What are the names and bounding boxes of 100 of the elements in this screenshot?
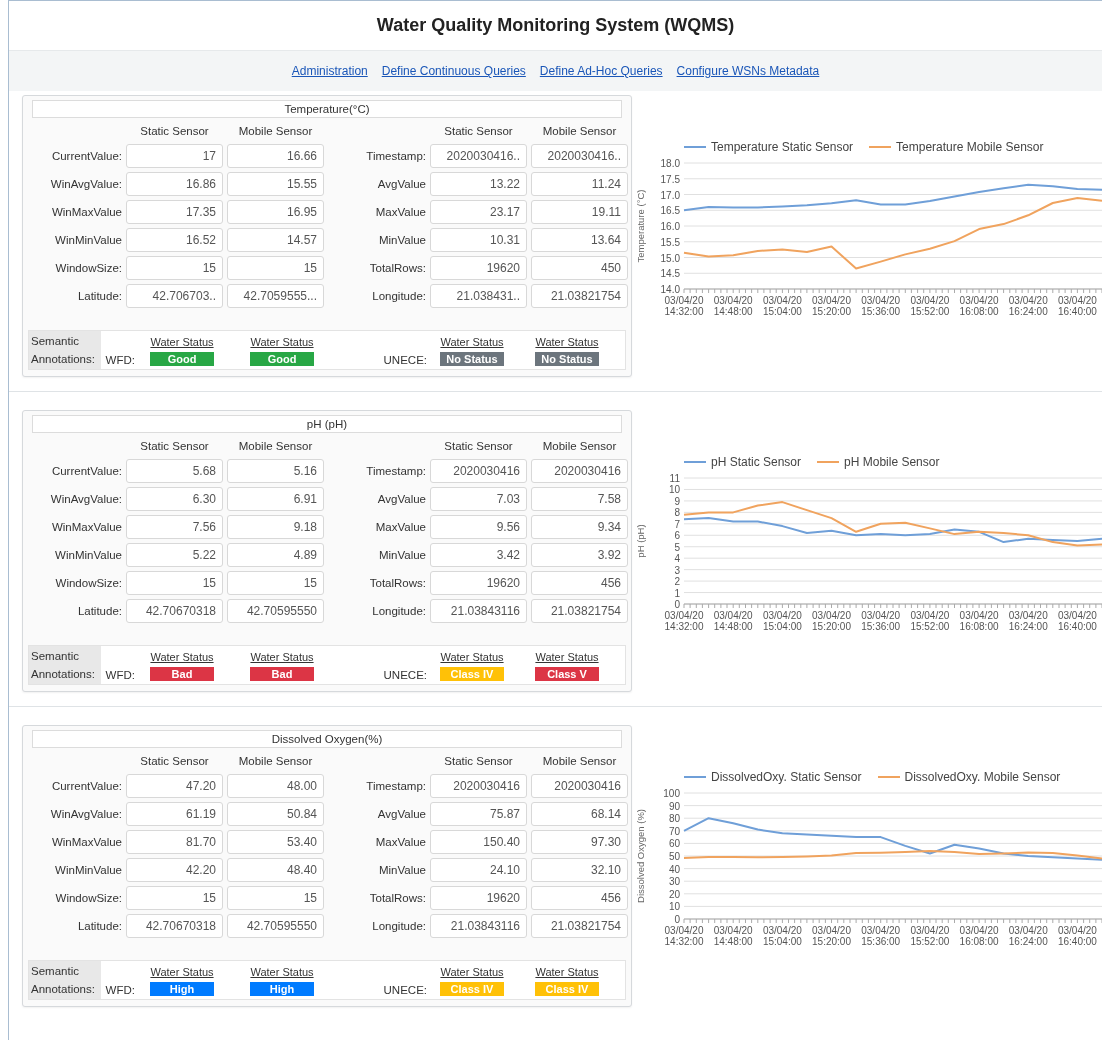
value-field[interactable]: 23.17 bbox=[430, 200, 527, 224]
value-field[interactable]: 7.56 bbox=[126, 515, 223, 539]
value-field[interactable]: 11.24 bbox=[531, 172, 628, 196]
value-field[interactable]: 16.86 bbox=[126, 172, 223, 196]
field-label: MinValue bbox=[377, 864, 426, 876]
status-link[interactable]: Water Status bbox=[150, 966, 214, 978]
value-field[interactable]: 13.22 bbox=[430, 172, 527, 196]
value-field[interactable]: 68.14 bbox=[531, 802, 628, 826]
value-field[interactable]: 4.89 bbox=[227, 543, 324, 567]
value-field[interactable]: 42.70670318 bbox=[126, 914, 223, 938]
value-field[interactable]: 7.58 bbox=[531, 487, 628, 511]
nav-link[interactable]: Define Ad-Hoc Queries bbox=[539, 64, 663, 78]
status-link[interactable]: Water Status bbox=[150, 336, 214, 348]
value-field[interactable]: 53.40 bbox=[227, 830, 324, 854]
value-field[interactable]: 15 bbox=[227, 886, 324, 910]
value-field[interactable]: 3.92 bbox=[531, 543, 628, 567]
value-field[interactable]: 16.95 bbox=[227, 200, 324, 224]
axis-tick-label: 03/04/20 16:08:00 bbox=[959, 925, 999, 947]
value-field[interactable]: 42.706703.. bbox=[126, 284, 223, 308]
status-link[interactable]: Water Status bbox=[440, 966, 504, 978]
value-field[interactable]: 2020030416.. bbox=[531, 144, 628, 168]
value-field[interactable]: 13.64 bbox=[531, 228, 628, 252]
value-field[interactable]: 5.16 bbox=[227, 459, 324, 483]
value-field[interactable]: 42.7059555... bbox=[227, 284, 324, 308]
status-link[interactable]: Water Status bbox=[535, 336, 599, 348]
status-link[interactable]: Water Status bbox=[535, 966, 599, 978]
value-field[interactable]: 48.40 bbox=[227, 858, 324, 882]
value-field[interactable]: 17 bbox=[126, 144, 223, 168]
value-field[interactable]: 42.70595550 bbox=[227, 914, 324, 938]
value-field[interactable]: 456 bbox=[531, 571, 628, 595]
nav-link[interactable]: Configure WSNs Metadata bbox=[676, 64, 820, 78]
value-field[interactable]: 17.35 bbox=[126, 200, 223, 224]
value-field[interactable]: 6.91 bbox=[227, 487, 324, 511]
status-link[interactable]: Water Status bbox=[440, 336, 504, 348]
value-field[interactable]: 9.56 bbox=[430, 515, 527, 539]
axis-tick-label: 4 bbox=[674, 553, 680, 565]
value-field[interactable]: 2020030416 bbox=[531, 459, 628, 483]
value-field[interactable]: 2020030416.. bbox=[430, 144, 527, 168]
value-field[interactable]: 42.20 bbox=[126, 858, 223, 882]
value-field[interactable]: 21.03821754 bbox=[531, 914, 628, 938]
axis-tick-label: 17.5 bbox=[660, 173, 680, 185]
axis-tick-label: 0 bbox=[674, 914, 680, 925]
value-field[interactable]: 456 bbox=[531, 886, 628, 910]
value-field[interactable]: 21.03843116 bbox=[430, 914, 527, 938]
value-field[interactable]: 42.70670318 bbox=[126, 599, 223, 623]
status-badge: Bad bbox=[250, 667, 314, 681]
value-field[interactable]: 2020030416 bbox=[430, 459, 527, 483]
value-field[interactable]: 15 bbox=[126, 571, 223, 595]
value-field[interactable]: 32.10 bbox=[531, 858, 628, 882]
value-field[interactable]: 61.19 bbox=[126, 802, 223, 826]
nav-link[interactable]: Administration bbox=[291, 64, 368, 78]
value-field[interactable]: 42.70595550 bbox=[227, 599, 324, 623]
value-field[interactable]: 48.00 bbox=[227, 774, 324, 798]
value-field[interactable]: 81.70 bbox=[126, 830, 223, 854]
value-field[interactable]: 5.68 bbox=[126, 459, 223, 483]
field-label: TotalRows: bbox=[368, 262, 426, 274]
status-link[interactable]: Water Status bbox=[250, 651, 314, 663]
value-field[interactable]: 15 bbox=[126, 256, 223, 280]
value-field[interactable]: 7.03 bbox=[430, 487, 527, 511]
value-field[interactable]: 2020030416 bbox=[531, 774, 628, 798]
axis-tick-label: 30 bbox=[668, 876, 680, 888]
status-link[interactable]: Water Status bbox=[250, 336, 314, 348]
status-link[interactable]: Water Status bbox=[535, 651, 599, 663]
status-link[interactable]: Water Status bbox=[440, 651, 504, 663]
value-field[interactable]: 15 bbox=[227, 571, 324, 595]
field-label: WinMaxValue bbox=[50, 836, 122, 848]
value-field[interactable]: 21.03821754 bbox=[531, 284, 628, 308]
nav-link[interactable]: Define Continuous Queries bbox=[381, 64, 526, 78]
value-field[interactable]: 19.11 bbox=[531, 200, 628, 224]
value-field[interactable]: 3.42 bbox=[430, 543, 527, 567]
value-field[interactable]: 15.55 bbox=[227, 172, 324, 196]
value-field[interactable]: 5.22 bbox=[126, 543, 223, 567]
value-field[interactable]: 24.10 bbox=[430, 858, 527, 882]
value-field[interactable]: 150.40 bbox=[430, 830, 527, 854]
value-field[interactable]: 19620 bbox=[430, 886, 527, 910]
value-field[interactable]: 50.84 bbox=[227, 802, 324, 826]
value-field[interactable]: 19620 bbox=[430, 571, 527, 595]
value-field[interactable]: 16.52 bbox=[126, 228, 223, 252]
value-field[interactable]: 21.03843116 bbox=[430, 599, 527, 623]
value-field[interactable]: 450 bbox=[531, 256, 628, 280]
value-field[interactable]: 75.87 bbox=[430, 802, 527, 826]
value-field[interactable]: 47.20 bbox=[126, 774, 223, 798]
field-label: WinAvgValue: bbox=[49, 493, 122, 505]
value-field[interactable]: 97.30 bbox=[531, 830, 628, 854]
value-field[interactable]: 9.34 bbox=[531, 515, 628, 539]
value-field[interactable]: 19620 bbox=[430, 256, 527, 280]
axis-tick-label: 03/04/20 15:04:00 bbox=[762, 295, 802, 317]
value-field[interactable]: 6.30 bbox=[126, 487, 223, 511]
value-field[interactable]: 15 bbox=[126, 886, 223, 910]
value-field[interactable]: 10.31 bbox=[430, 228, 527, 252]
status-link[interactable]: Water Status bbox=[150, 651, 214, 663]
value-field[interactable]: 2020030416 bbox=[430, 774, 527, 798]
value-field[interactable]: 14.57 bbox=[227, 228, 324, 252]
value-field[interactable]: 21.038431.. bbox=[430, 284, 527, 308]
value-field[interactable]: 9.18 bbox=[227, 515, 324, 539]
value-field[interactable]: 16.66 bbox=[227, 144, 324, 168]
value-field[interactable]: 15 bbox=[227, 256, 324, 280]
status-link[interactable]: Water Status bbox=[250, 966, 314, 978]
field-label: WinMaxValue bbox=[50, 521, 122, 533]
value-field[interactable]: 21.03821754 bbox=[531, 599, 628, 623]
